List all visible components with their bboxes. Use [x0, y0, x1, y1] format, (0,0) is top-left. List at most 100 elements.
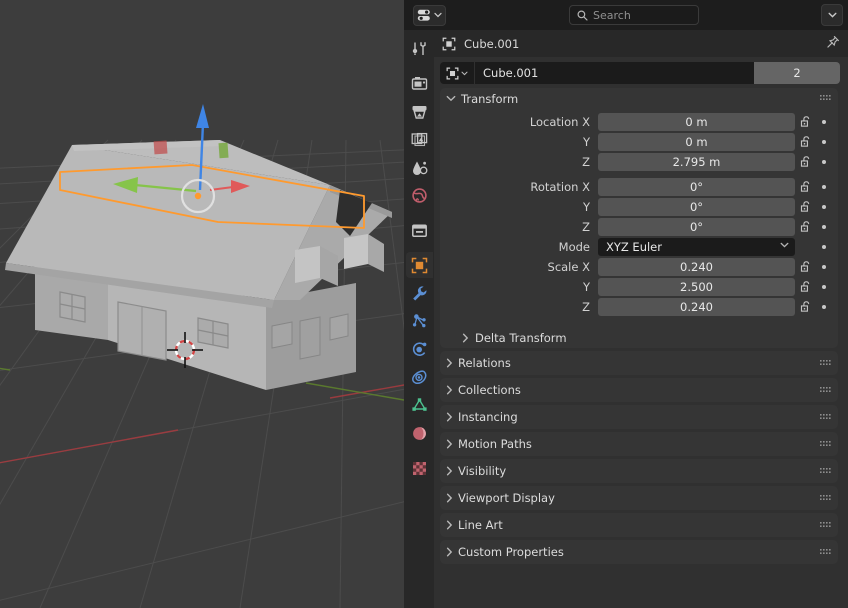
panel-transform-header[interactable]: Transform: [440, 88, 838, 109]
panel-header[interactable]: Motion Paths: [440, 432, 838, 456]
transform-value-field[interactable]: 0 m: [598, 132, 795, 151]
panel-header[interactable]: Collections: [440, 378, 838, 402]
animate-property-dot[interactable]: [817, 159, 831, 164]
sidebar-item-material[interactable]: [406, 420, 432, 446]
transform-value-field[interactable]: 0 m: [598, 112, 795, 131]
panel-header[interactable]: Viewport Display: [440, 486, 838, 510]
sidebar-item-texture[interactable]: [406, 455, 432, 481]
sidebar-item-render[interactable]: [406, 70, 432, 96]
drag-grip-icon[interactable]: [820, 94, 831, 103]
transform-row-rotation-x: Rotation X 0°: [440, 177, 838, 196]
panel-header[interactable]: Instancing: [440, 405, 838, 429]
pin-icon[interactable]: [826, 34, 840, 53]
lock-toggle[interactable]: [798, 200, 815, 213]
lock-toggle[interactable]: [798, 180, 815, 193]
transform-row-y: Y 2.500: [440, 277, 838, 296]
animate-property-dot[interactable]: [817, 119, 831, 124]
object-users-count-button[interactable]: 2: [754, 62, 840, 84]
panel-title: Motion Paths: [458, 437, 532, 451]
lock-open-icon[interactable]: [800, 155, 813, 168]
panel-viewport-display[interactable]: Viewport Display: [440, 486, 838, 510]
animate-property-dot[interactable]: [817, 139, 831, 144]
panel-relations[interactable]: Relations: [440, 351, 838, 375]
panel-title: Viewport Display: [458, 491, 555, 505]
lock-open-icon[interactable]: [800, 115, 813, 128]
sidebar-item-object[interactable]: [406, 252, 433, 278]
animate-property-dot[interactable]: [817, 304, 831, 309]
lock-toggle[interactable]: [798, 155, 815, 168]
panel-title: Visibility: [458, 464, 507, 478]
sidebar-item-output[interactable]: [406, 98, 432, 124]
drag-grip-icon[interactable]: [820, 413, 831, 422]
transform-value-field[interactable]: 2.500: [598, 277, 795, 296]
house-model[interactable]: [0, 0, 404, 608]
panel-instancing[interactable]: Instancing: [440, 405, 838, 429]
sidebar-item-data[interactable]: [406, 392, 432, 418]
panel-custom-properties[interactable]: Custom Properties: [440, 540, 838, 564]
transform-value-field[interactable]: 0.240: [598, 257, 795, 276]
sidebar-item-particles[interactable]: [406, 308, 432, 334]
panel-collections[interactable]: Collections: [440, 378, 838, 402]
lock-open-icon[interactable]: [800, 280, 813, 293]
drag-grip-icon[interactable]: [820, 521, 831, 530]
rotation-mode-dropdown[interactable]: XYZ Euler: [598, 237, 795, 256]
lock-open-icon[interactable]: [800, 260, 813, 273]
sidebar-item-modifiers[interactable]: [406, 280, 432, 306]
transform-value-field[interactable]: 0°: [598, 217, 795, 236]
drag-grip-icon[interactable]: [820, 494, 831, 503]
lock-open-icon[interactable]: [800, 300, 813, 313]
panel-header[interactable]: Visibility: [440, 459, 838, 483]
transform-value-field[interactable]: 0.240: [598, 297, 795, 316]
editor-type-button[interactable]: [413, 4, 446, 26]
subpanel-delta-transform[interactable]: Delta Transform: [440, 327, 838, 348]
lock-open-icon[interactable]: [800, 220, 813, 233]
lock-toggle[interactable]: [798, 300, 815, 313]
lock-open-icon[interactable]: [800, 200, 813, 213]
transform-value-field[interactable]: 0°: [598, 197, 795, 216]
transform-row-label: Scale X: [547, 259, 590, 274]
sidebar-item-world[interactable]: [406, 182, 432, 208]
collapsed-panel-list: Relations Collections Instancing Motion …: [434, 351, 848, 564]
sidebar-item-physics[interactable]: [406, 336, 432, 362]
lock-toggle[interactable]: [798, 220, 815, 233]
id-type-button[interactable]: [440, 62, 474, 84]
sidebar-item-view-layer[interactable]: [406, 126, 432, 152]
drag-grip-icon[interactable]: [820, 386, 831, 395]
animate-property-dot[interactable]: [817, 204, 831, 209]
chevron-down-icon: [434, 12, 442, 18]
options-dropdown-button[interactable]: [821, 4, 843, 26]
sidebar-item-constraints[interactable]: [406, 364, 432, 390]
search-input[interactable]: Search: [569, 5, 699, 25]
sidebar-item-scene[interactable]: [406, 154, 432, 180]
panel-header[interactable]: Relations: [440, 351, 838, 375]
panel-motion-paths[interactable]: Motion Paths: [440, 432, 838, 456]
animate-property-dot[interactable]: [817, 184, 831, 189]
animate-property-dot[interactable]: [817, 264, 831, 269]
animate-property-dot[interactable]: [817, 284, 831, 289]
object-name-input[interactable]: Cube.001: [474, 62, 754, 84]
drag-grip-icon[interactable]: [820, 359, 831, 368]
lock-toggle[interactable]: [798, 260, 815, 273]
sidebar-item-collection[interactable]: [406, 217, 432, 243]
transform-row-z: Z 0°: [440, 217, 838, 236]
drag-grip-icon[interactable]: [820, 467, 831, 476]
lock-open-icon[interactable]: [800, 135, 813, 148]
lock-toggle[interactable]: [798, 115, 815, 128]
transform-value-field[interactable]: 2.795 m: [598, 152, 795, 171]
panel-line-art[interactable]: Line Art: [440, 513, 838, 537]
drag-grip-icon[interactable]: [820, 548, 831, 557]
panel-transform: Transform Location X0 m Y0 m Z 2.795 m R…: [440, 88, 838, 348]
transform-value-field[interactable]: 0°: [598, 177, 795, 196]
sidebar-item-tool[interactable]: [406, 35, 432, 61]
panel-header[interactable]: Line Art: [440, 513, 838, 537]
animate-property-dot[interactable]: [817, 244, 831, 249]
subpanel-delta-transform-title: Delta Transform: [475, 330, 567, 345]
panel-header[interactable]: Custom Properties: [440, 540, 838, 564]
3d-viewport[interactable]: [0, 0, 404, 608]
lock-toggle[interactable]: [798, 280, 815, 293]
drag-grip-icon[interactable]: [820, 440, 831, 449]
animate-property-dot[interactable]: [817, 224, 831, 229]
lock-toggle[interactable]: [798, 135, 815, 148]
panel-visibility[interactable]: Visibility: [440, 459, 838, 483]
lock-open-icon[interactable]: [800, 180, 813, 193]
